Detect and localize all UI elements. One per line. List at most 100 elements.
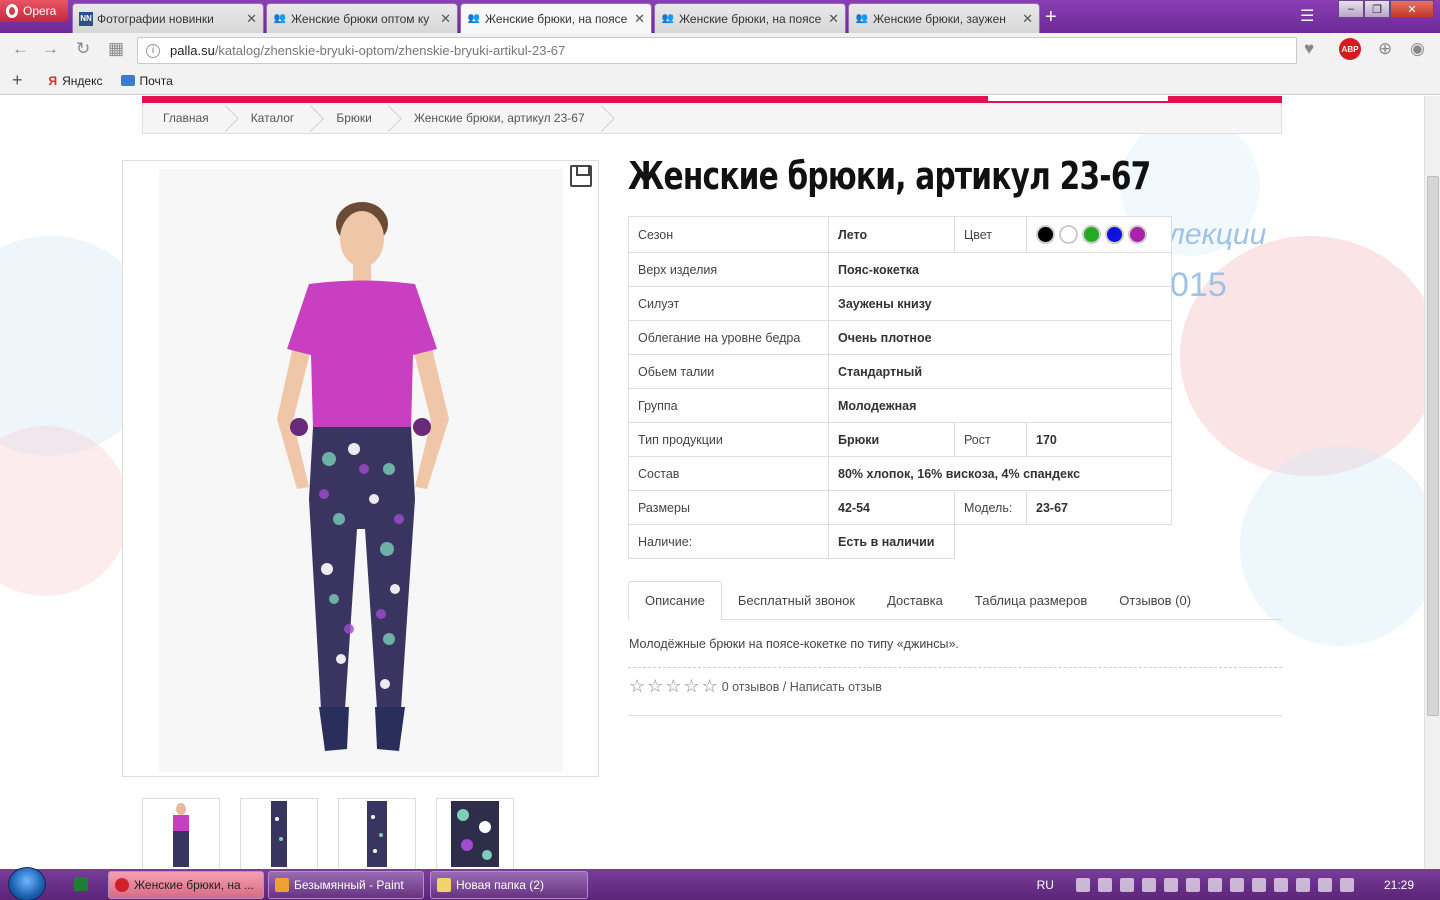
browser-tab[interactable]: 👥 Женские брюки оптом ку ✕ — [266, 3, 458, 33]
back-icon[interactable]: ← — [12, 39, 29, 59]
tab-reviews[interactable]: Отзывов (0) — [1103, 581, 1207, 619]
tray-app-icon[interactable] — [1295, 877, 1310, 892]
opera-menu-button[interactable]: Opera — [0, 0, 68, 22]
tray-app-icon[interactable] — [1141, 877, 1156, 892]
tray-app-icon[interactable] — [1317, 877, 1332, 892]
maximize-icon[interactable]: ❐ — [1364, 0, 1390, 18]
tray-app-icon[interactable] — [1097, 877, 1112, 892]
reload-icon[interactable]: ↻ — [76, 39, 90, 59]
spec-label: Размеры — [628, 490, 829, 525]
color-swatch-green[interactable] — [1082, 225, 1101, 244]
bg-script-text: лекции — [1168, 218, 1267, 251]
opera-logo-icon — [6, 4, 18, 18]
taskbar-item-paint[interactable]: Безымянный - Paint — [268, 871, 424, 899]
site-info-icon[interactable]: i — [146, 43, 160, 58]
browser-nav-bar: ← → ↻ ▦ i palla.su/katalog/zhenskie-bryu… — [0, 33, 1440, 67]
browser-tab-active[interactable]: 👥 Женские брюки, на поясе ✕ — [460, 3, 652, 33]
spec-value: Молодежная — [828, 388, 1172, 423]
breadcrumb-link-catalog[interactable]: Каталог — [231, 103, 317, 133]
tab-menu-icon[interactable]: ☰ — [1300, 6, 1314, 26]
network-signal-icon[interactable] — [1207, 877, 1222, 892]
tab-description[interactable]: Описание — [628, 581, 722, 620]
tab-title: Женские брюки, заужен — [873, 11, 1006, 26]
product-thumbnail[interactable] — [142, 798, 220, 869]
save-icon[interactable] — [570, 165, 592, 187]
product-photo-frame[interactable] — [122, 160, 599, 777]
color-swatches-cell — [1026, 216, 1172, 253]
taskbar-item-opera[interactable]: Женские брюки, на ... — [108, 871, 264, 899]
close-tab-icon[interactable]: ✕ — [246, 11, 257, 27]
heart-bookmark-icon[interactable]: ♥ — [1304, 39, 1314, 59]
reviews-link[interactable]: 0 отзывов / Написать отзыв — [722, 680, 882, 694]
taskbar-item-label: Безымянный - Paint — [294, 878, 404, 892]
language-indicator[interactable]: RU — [1037, 878, 1054, 892]
bg-flower-decoration — [0, 426, 130, 596]
page-scrollbar[interactable] — [1424, 96, 1440, 869]
url-path: /katalog/zhenskie-bryuki-optom/zhenskie-… — [214, 43, 566, 58]
spec-label: Наличие: — [628, 524, 829, 559]
table-row: Верх изделия Пояс-кокетка — [628, 252, 1172, 287]
spec-value: 170 — [1026, 422, 1172, 457]
tray-app-icon[interactable] — [1339, 877, 1354, 892]
browser-tab[interactable]: 👥 Женские брюки, на поясе ✕ — [654, 3, 846, 33]
scrollbar-thumb[interactable] — [1427, 176, 1439, 716]
table-row: Тип продукции Брюки Рост 170 — [628, 422, 1172, 457]
table-row: Наличие: Есть в наличии — [628, 524, 1172, 559]
close-window-icon[interactable]: ✕ — [1390, 0, 1434, 18]
forward-icon[interactable]: → — [42, 39, 59, 59]
bookmark-mail[interactable]: Почта — [120, 73, 173, 88]
system-tray: RU 21:29 — [1037, 869, 1440, 900]
browser-tab[interactable]: NN Фотографии новинки ✕ — [72, 3, 264, 33]
browser-tab[interactable]: 👥 Женские брюки, заужен ✕ — [848, 3, 1040, 33]
download-icon[interactable]: ⊕ — [1378, 39, 1392, 59]
tab-size-table[interactable]: Таблица размеров — [959, 581, 1103, 619]
search-field-edge[interactable] — [988, 96, 1168, 101]
bookmark-yandex[interactable]: Я Яндекс — [49, 74, 103, 88]
color-swatch-purple[interactable] — [1128, 225, 1147, 244]
taskbar-item-label: Женские брюки, на ... — [134, 878, 254, 892]
tray-app-icon[interactable] — [1075, 877, 1090, 892]
tab-delivery[interactable]: Доставка — [871, 581, 959, 619]
excel-icon[interactable] — [74, 877, 88, 891]
color-swatch-black[interactable] — [1036, 225, 1055, 244]
tray-app-icon[interactable] — [1185, 877, 1200, 892]
tab-free-call[interactable]: Бесплатный звонок — [722, 581, 871, 619]
product-photo[interactable] — [159, 169, 563, 772]
add-bookmark-icon[interactable]: + — [12, 70, 23, 91]
table-row: Обьем талии Стандартный — [628, 354, 1172, 389]
spec-value: Заужены книзу — [828, 286, 1172, 321]
account-icon[interactable]: ◉ — [1410, 39, 1425, 59]
product-description: Молодёжные брюки на поясе-кокетке по тип… — [629, 637, 959, 651]
close-tab-icon[interactable]: ✕ — [1022, 11, 1033, 27]
spec-value: Стандартный — [828, 354, 1172, 389]
opera-icon — [115, 878, 129, 892]
address-bar[interactable]: i palla.su/katalog/zhenskie-bryuki-optom… — [137, 37, 1297, 64]
close-tab-icon[interactable]: ✕ — [634, 11, 645, 27]
close-tab-icon[interactable]: ✕ — [828, 11, 839, 27]
volume-icon[interactable] — [1273, 877, 1288, 892]
color-swatch-blue[interactable] — [1105, 225, 1124, 244]
adblock-plus-icon[interactable]: ABP — [1339, 38, 1361, 60]
speed-dial-icon[interactable]: ▦ — [108, 39, 124, 59]
bookmark-label: Почта — [139, 73, 173, 88]
clock[interactable]: 21:29 — [1384, 878, 1414, 892]
tray-app-icon[interactable] — [1163, 877, 1178, 892]
taskbar-item-folder[interactable]: Новая папка (2) — [430, 871, 588, 899]
start-button[interactable] — [8, 867, 46, 900]
product-thumbnail[interactable] — [240, 798, 318, 869]
color-swatch-white[interactable] — [1059, 225, 1078, 244]
spec-label: Модель: — [954, 490, 1027, 525]
tray-app-icon[interactable] — [1251, 877, 1266, 892]
tab-title: Фотографии новинки — [97, 11, 214, 26]
spec-label: Силуэт — [628, 286, 829, 321]
new-tab-icon[interactable]: + — [1045, 6, 1057, 29]
breadcrumb-link-pants[interactable]: Брюки — [316, 103, 394, 133]
table-row: Сезон Лето Цвет — [628, 216, 1172, 253]
product-thumbnail[interactable] — [436, 798, 514, 869]
tray-app-icon[interactable] — [1229, 877, 1244, 892]
minimize-icon[interactable]: – — [1338, 0, 1364, 18]
breadcrumb-link-home[interactable]: Главная — [143, 103, 231, 133]
product-thumbnail[interactable] — [338, 798, 416, 869]
close-tab-icon[interactable]: ✕ — [440, 11, 451, 27]
tray-shield-icon[interactable] — [1119, 877, 1134, 892]
